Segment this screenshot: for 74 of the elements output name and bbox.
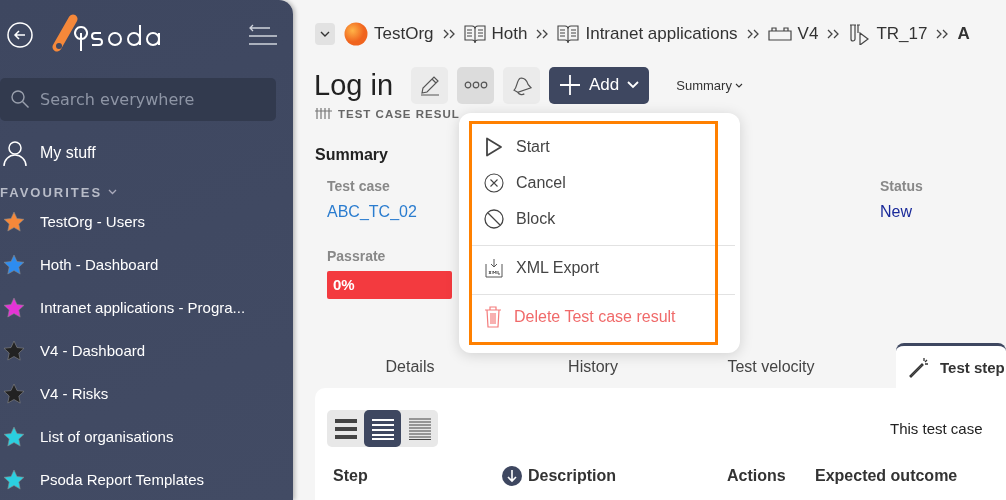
column-header[interactable]: Actions	[727, 467, 815, 485]
status-value: New	[880, 203, 912, 221]
add-button[interactable]: Add	[549, 66, 650, 104]
book-icon	[557, 24, 580, 44]
favourite-item[interactable]: TestOrg - Users	[0, 200, 293, 243]
menu-item[interactable]: Cancel	[459, 165, 740, 201]
sphere-icon	[344, 22, 368, 46]
chevrons-icon	[827, 29, 840, 39]
test-tubes-icon	[848, 23, 871, 45]
record-type-label: TEST CASE RESUL	[338, 108, 460, 120]
test-tubes-icon	[315, 107, 333, 121]
chevrons-icon	[442, 29, 455, 39]
my-stuff-link[interactable]: My stuff	[0, 140, 293, 166]
chevrons-icon	[746, 29, 759, 39]
favourite-item[interactable]: V4 - Dashboard	[0, 329, 293, 372]
breadcrumb-link[interactable]: V4	[767, 24, 819, 44]
chevrons-icon	[936, 29, 949, 39]
field-label: Status	[880, 178, 923, 194]
sort-descending-icon[interactable]	[502, 466, 522, 486]
brick-icon	[767, 27, 792, 41]
breadcrumb-link[interactable]: Hoth	[463, 24, 528, 44]
more-icon	[463, 81, 488, 89]
back-icon[interactable]	[7, 22, 33, 48]
breadcrumb-link[interactable]: Intranet applications	[557, 24, 738, 44]
tab[interactable]: Test step	[896, 343, 1006, 388]
person-icon	[3, 140, 27, 166]
passrate-badge: 0%	[327, 271, 452, 299]
menu-item[interactable]: Block	[459, 201, 740, 237]
menu-item[interactable]: XML Export	[459, 250, 740, 286]
notice-text: This test case	[890, 420, 983, 437]
favourites-heading[interactable]: FAVOURITES	[0, 184, 293, 200]
view-mode-button[interactable]	[364, 410, 401, 447]
plus-icon	[559, 74, 581, 96]
column-header[interactable]: Description	[528, 467, 727, 485]
play-icon	[484, 137, 504, 157]
breadcrumb-link[interactable]: A	[957, 24, 970, 44]
menu-item[interactable]: Start	[459, 129, 740, 165]
book-icon	[463, 24, 486, 44]
favourite-item[interactable]: Psoda Report Templates	[0, 458, 293, 500]
favourite-item[interactable]: V4 - Risks	[0, 372, 293, 415]
test-case-link[interactable]: ABC_TC_02	[327, 203, 417, 221]
chevron-down-icon	[320, 31, 330, 37]
trash-icon	[484, 306, 502, 328]
xml-file-icon	[484, 258, 504, 278]
more-button[interactable]	[457, 66, 494, 104]
search-icon	[10, 89, 30, 109]
field-label: Test case	[327, 178, 390, 194]
block-icon	[484, 209, 504, 229]
summary-dropdown[interactable]: Summary	[670, 76, 749, 94]
column-header[interactable]: Step	[333, 467, 502, 485]
chevrons-icon	[536, 29, 549, 39]
chevron-down-icon	[734, 82, 743, 88]
breadcrumb-link[interactable]: TR_17	[848, 23, 928, 45]
notification-button[interactable]	[503, 66, 540, 104]
page-title: Log in	[314, 68, 393, 102]
cancel-icon	[484, 173, 504, 193]
wand-icon	[908, 356, 930, 378]
favourite-item[interactable]: List of organisations	[0, 415, 293, 458]
breadcrumb-link[interactable]: TestOrg	[344, 22, 434, 46]
edit-button[interactable]	[411, 66, 448, 104]
breadcrumb-dropdown[interactable]	[315, 23, 335, 45]
section-heading: Summary	[315, 146, 388, 164]
column-header[interactable]: Expected outcome	[815, 467, 958, 485]
field-label: Passrate	[327, 248, 386, 264]
lines-icon	[370, 417, 395, 440]
chevron-down-icon	[627, 81, 640, 89]
chevron-down-icon	[108, 189, 118, 195]
favourite-item[interactable]: Intranet applications - Progra...	[0, 286, 293, 329]
tab[interactable]: Test velocity	[681, 346, 861, 388]
thick-lines-icon	[333, 417, 358, 440]
favourite-item[interactable]: Hoth - Dashboard	[0, 243, 293, 286]
thin-lines-icon	[407, 417, 432, 440]
search-field[interactable]: Search everywhere	[0, 78, 276, 121]
tab[interactable]: Details	[315, 346, 505, 388]
